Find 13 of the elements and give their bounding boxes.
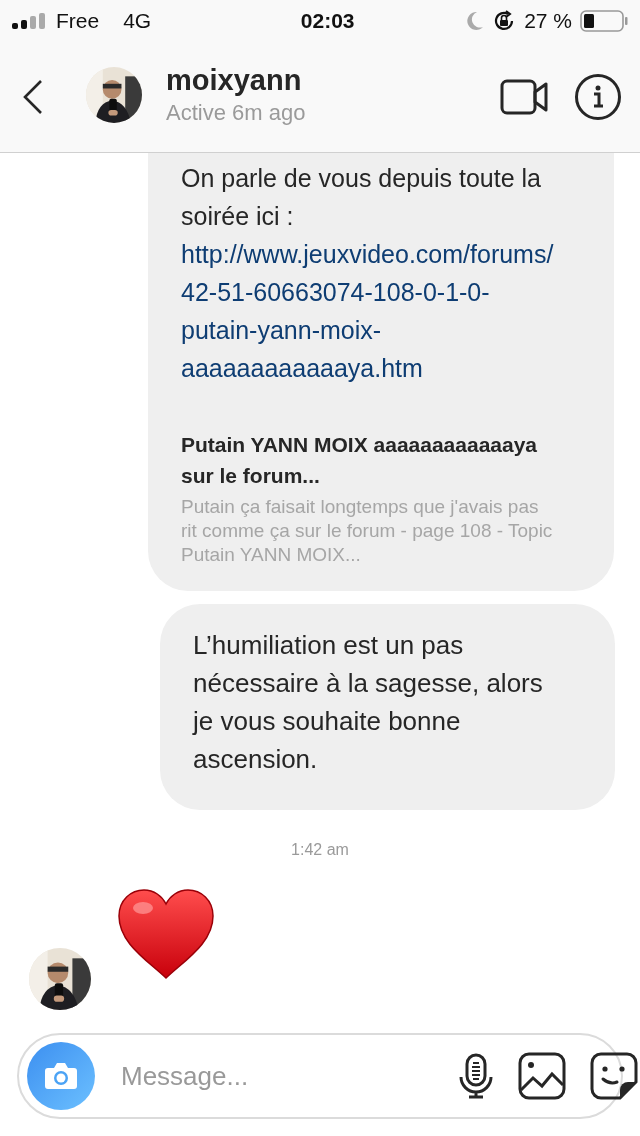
message-input[interactable]: Message...: [119, 1055, 458, 1097]
timestamp: 1:42 am: [290, 840, 350, 860]
activity-status: Active 6m ago: [166, 99, 307, 128]
link-preview-title: Putain YANN MOIX aaaaaaaaaaaaya sur le forum...: [181, 432, 539, 489]
carrier-name: Free: [56, 8, 100, 35]
link[interactable]: http://www.jeuxvideo.com/forums/42-51-60663074-108-0-1-0-putain-yann-moix-aaaaaaaaaaaaya.htm: [181, 235, 556, 387]
message-text: On parle de vous depuis toute la soirée ici : http://www.jeuxvideo.com/forums/42-51-60663074-108-0-1-0-putain-yann-moix-aaaaaaaaaaaaya.htm: [181, 159, 556, 387]
network-type: 4G: [123, 8, 152, 35]
battery-percentage: 27 %: [524, 8, 572, 35]
contact-name: moixyann: [166, 64, 303, 97]
link-preview-description: Putain ça faisait longtemps que j'avais pas rit comme ça sur le forum - page 108 - Topic Putain YANN MOIX...: [181, 495, 554, 567]
clock: 02:03: [299, 8, 356, 35]
message-bubble: L’humiliation est un pas nécessaire à la sagesse, alors je vous souhaite bonne ascension.: [160, 604, 615, 810]
